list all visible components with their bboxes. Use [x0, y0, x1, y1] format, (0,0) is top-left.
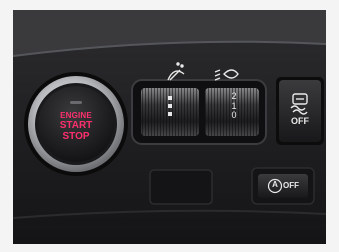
car-dashboard-photo: ENGINE START STOP 2 1 0 OFF A OFF — [0, 0, 339, 252]
engine-label-line1: ENGINE — [60, 111, 92, 120]
wiper-dial[interactable] — [141, 88, 199, 136]
blank-switch-slot — [149, 169, 213, 205]
headlight-level-markings: 2 1 0 — [229, 91, 239, 121]
button-indicator-led — [70, 101, 82, 104]
marking-0: 0 — [231, 110, 237, 120]
traction-off-label: OFF — [291, 116, 309, 126]
engine-label-line3: STOP — [62, 131, 90, 142]
auto-stop-off-label: OFF — [283, 181, 299, 190]
engine-label-line2: START — [59, 120, 93, 131]
traction-control-off-button[interactable] — [276, 77, 324, 145]
auto-stop-letter: A — [272, 180, 278, 189]
